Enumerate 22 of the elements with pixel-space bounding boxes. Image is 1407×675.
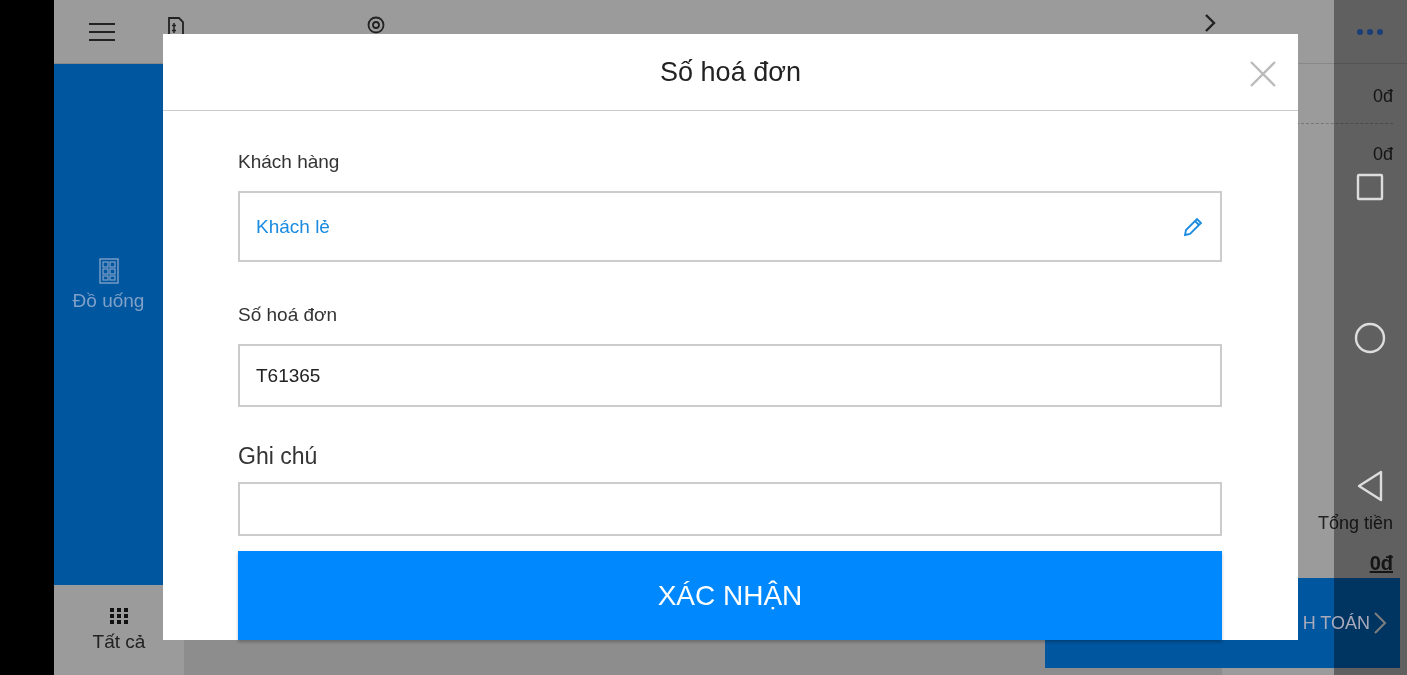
grid-icon <box>98 257 119 284</box>
field-label: Ghi chú <box>238 443 319 470</box>
confirm-button[interactable]: XÁC NHẬN <box>238 551 1222 640</box>
total-label: Tổng tiền <box>1317 513 1393 535</box>
category-item[interactable]: Đồ uống <box>72 257 145 312</box>
pencil-icon[interactable] <box>1182 215 1204 238</box>
chevron-right-icon[interactable] <box>1203 12 1217 34</box>
field-label: Khách hàng <box>238 151 341 173</box>
note-field[interactable] <box>238 482 1222 536</box>
total-amount: 0đ <box>1369 552 1393 575</box>
recents-icon[interactable] <box>1356 173 1384 201</box>
back-icon[interactable] <box>1356 470 1384 502</box>
all-categories-button[interactable]: Tất cả <box>54 585 184 675</box>
grid-icon <box>109 607 129 625</box>
customer-field[interactable]: Khách lẻ <box>238 191 1222 262</box>
amount-text: 0đ <box>1372 143 1393 166</box>
dialog-title: Số hoá đơn <box>660 56 801 88</box>
field-label: Số hoá đơn <box>238 304 339 326</box>
invoice-number-field[interactable]: T61365 <box>238 344 1222 407</box>
chevron-right-icon <box>1372 610 1388 636</box>
menu-icon[interactable] <box>88 21 116 42</box>
home-icon[interactable] <box>1354 322 1386 354</box>
